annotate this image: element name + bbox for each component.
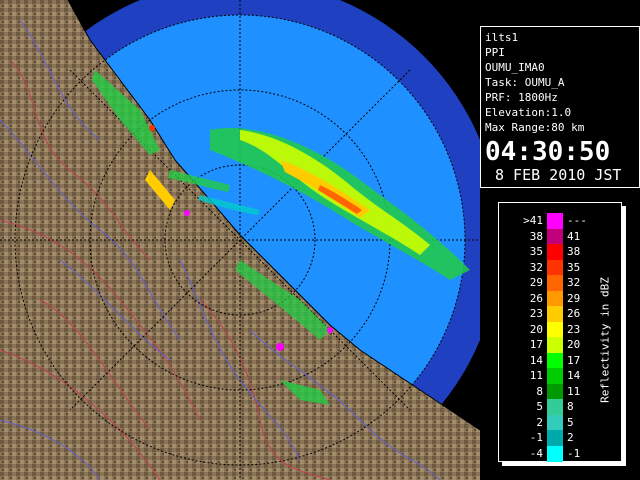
prf-label: PRF: 1800Hz bbox=[485, 91, 558, 104]
legend-row: 32 35 bbox=[499, 259, 621, 276]
max-range-label: Max Range:80 km bbox=[485, 121, 585, 134]
legend-axis-label: Reflectivity in dBZ bbox=[598, 277, 612, 403]
legend-upper-bound: 41 bbox=[567, 229, 581, 243]
legend-upper-bound: 29 bbox=[567, 291, 581, 305]
legend-swatch bbox=[547, 228, 563, 245]
legend-lower-bound: 17 bbox=[529, 338, 543, 351]
legend-swatch bbox=[547, 352, 563, 369]
legend-upper-bound: 11 bbox=[567, 384, 581, 398]
legend-upper-bound: 2 bbox=[567, 431, 574, 444]
legend-upper-bound: 20 bbox=[567, 338, 581, 351]
legend-lower-bound: 11 bbox=[529, 369, 543, 382]
legend-upper-bound: 23 bbox=[567, 322, 581, 336]
legend-swatch bbox=[547, 430, 563, 446]
legend-upper-bound: 35 bbox=[567, 260, 581, 274]
legend-lower-bound: 5 bbox=[536, 400, 543, 413]
legend-swatch bbox=[547, 290, 563, 307]
legend-lower-bound: -4 bbox=[529, 446, 543, 460]
legend-upper-bound: 26 bbox=[567, 307, 581, 320]
legend-swatch bbox=[547, 445, 563, 462]
legend-lower-bound: 2 bbox=[536, 415, 543, 429]
date-display: 8 FEB 2010 JST bbox=[495, 166, 622, 184]
legend-swatch bbox=[547, 337, 563, 353]
legend-lower-bound: 29 bbox=[529, 276, 543, 289]
legend-lower-bound: 32 bbox=[529, 260, 543, 274]
legend-lower-bound: 23 bbox=[529, 307, 543, 320]
legend-swatch bbox=[547, 368, 563, 384]
legend-lower-bound: 35 bbox=[529, 245, 543, 258]
legend-swatch bbox=[547, 414, 563, 431]
legend-lower-bound: >41 bbox=[523, 214, 543, 227]
legend-lower-bound: 26 bbox=[529, 291, 543, 305]
legend-row: 25 bbox=[499, 414, 621, 431]
time-display: 04:30:50 bbox=[485, 137, 611, 167]
elevation-label: Elevation:1.0 bbox=[485, 106, 572, 119]
legend-swatch bbox=[547, 383, 563, 400]
info-panel: ilts1 PPI OUMU_IMA0 Task: OUMU_A PRF: 18… bbox=[480, 26, 640, 188]
legend-swatch bbox=[547, 321, 563, 338]
station-label: OUMU_IMA0 bbox=[485, 61, 545, 74]
legend-row: -1 2 bbox=[499, 430, 621, 446]
radar-ppi-map bbox=[0, 0, 480, 480]
task-label: Task: OUMU_A bbox=[485, 76, 565, 89]
legend-lower-bound: -1 bbox=[529, 431, 543, 444]
legend-upper-bound: -1 bbox=[567, 446, 581, 460]
legend-swatch bbox=[547, 213, 563, 229]
legend-swatch bbox=[547, 275, 563, 291]
legend-upper-bound: 17 bbox=[567, 353, 581, 367]
legend-row: -4 -1 bbox=[499, 445, 621, 462]
legend-swatch bbox=[547, 399, 563, 415]
legend-swatch bbox=[547, 306, 563, 322]
legend-upper-bound: 14 bbox=[567, 369, 581, 382]
legend-row: 38 41 bbox=[499, 228, 621, 245]
legend-row: 35 38 bbox=[499, 244, 621, 260]
legend-swatch bbox=[547, 244, 563, 260]
legend-lower-bound: 14 bbox=[529, 353, 543, 367]
legend-lower-bound: 8 bbox=[536, 384, 543, 398]
legend-upper-bound: 8 bbox=[567, 400, 574, 413]
legend-lower-bound: 38 bbox=[529, 229, 543, 243]
legend-upper-bound: 32 bbox=[567, 276, 581, 289]
legend-lower-bound: 20 bbox=[529, 322, 543, 336]
legend-upper-bound: --- bbox=[567, 214, 587, 227]
legend-upper-bound: 5 bbox=[567, 415, 574, 429]
product-label: PPI bbox=[485, 46, 505, 59]
legend-swatch bbox=[547, 259, 563, 276]
legend-row: >41 --- bbox=[499, 213, 621, 229]
site-label: ilts1 bbox=[485, 31, 519, 44]
legend-upper-bound: 38 bbox=[567, 245, 581, 258]
